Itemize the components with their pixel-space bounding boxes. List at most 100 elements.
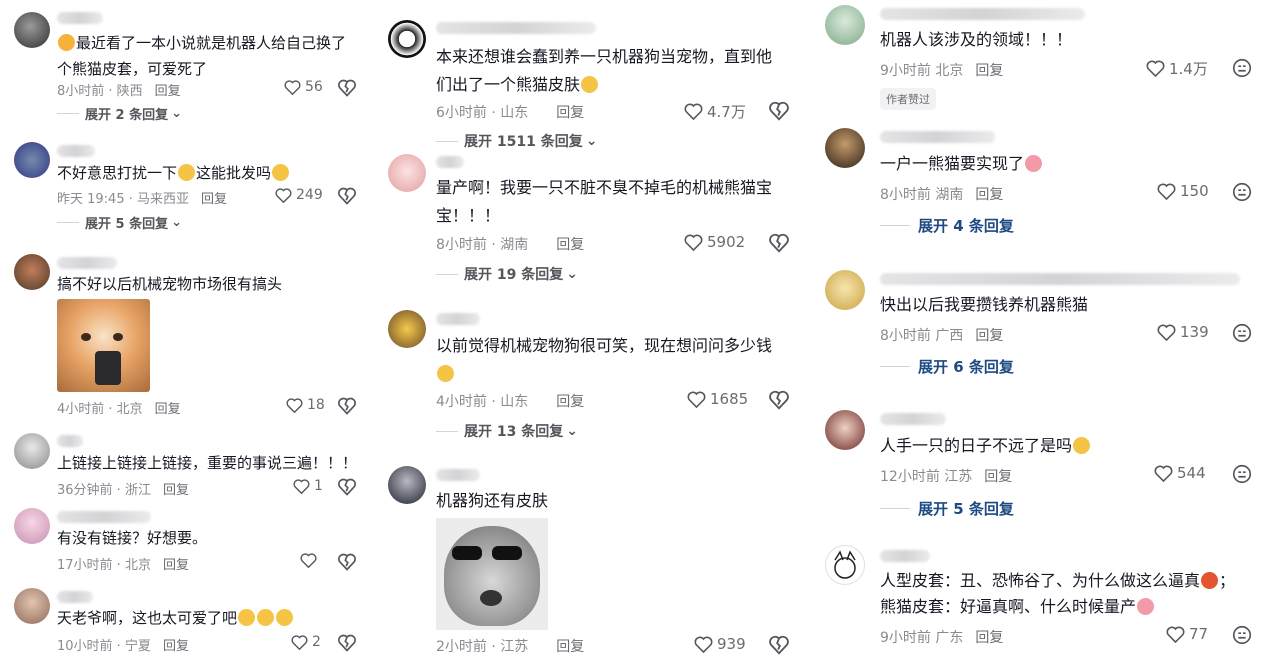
emoji-face-icon[interactable]	[1231, 322, 1253, 344]
avatar[interactable]	[388, 310, 426, 348]
reply-button[interactable]: 回复	[975, 63, 1003, 79]
username-blurred[interactable]	[57, 591, 93, 603]
comment-item: 一户一熊猫要实现了 8小时前 湖南 回复 150 展开 4 条回复	[808, 122, 1269, 247]
cat-sticker-image[interactable]	[57, 299, 150, 392]
like-button[interactable]: 18	[286, 397, 325, 413]
avatar[interactable]	[825, 545, 865, 585]
like-count: 56	[305, 79, 323, 95]
avatar[interactable]	[388, 20, 426, 58]
username-blurred[interactable]	[57, 12, 103, 24]
like-button[interactable]: 939	[694, 635, 746, 653]
like-button[interactable]: 4.7万	[684, 101, 746, 122]
broken-heart-icon[interactable]	[337, 396, 357, 416]
username-blurred[interactable]	[880, 413, 946, 425]
reply-button[interactable]: 回复	[556, 394, 584, 410]
like-button[interactable]: 1	[293, 478, 323, 494]
broken-heart-icon[interactable]	[337, 552, 357, 572]
emoji-face-icon[interactable]	[1231, 463, 1253, 485]
emoji-face-icon[interactable]	[1231, 57, 1253, 79]
chevron-down-icon: ⌄	[171, 215, 183, 230]
expand-replies-button[interactable]: 展开 4 条回复	[880, 215, 1014, 236]
broken-heart-icon[interactable]	[768, 634, 790, 656]
username-blurred[interactable]	[436, 22, 596, 34]
broken-heart-icon[interactable]	[337, 186, 357, 206]
like-button[interactable]: 139	[1157, 323, 1209, 341]
emoji-face-icon[interactable]	[1231, 624, 1253, 646]
like-button[interactable]: 1685	[687, 390, 748, 408]
expand-replies-button[interactable]: 展开 6 条回复	[880, 356, 1014, 377]
reply-button[interactable]: 回复	[163, 639, 189, 654]
broken-heart-icon[interactable]	[337, 477, 357, 497]
username-blurred[interactable]	[880, 273, 1240, 285]
avatar[interactable]	[14, 142, 50, 178]
like-button[interactable]: 249	[275, 187, 323, 203]
comment-meta: 17小时前 · 北京 回复	[57, 558, 189, 573]
expand-replies-button[interactable]: 展开 5 条回复 ⌄	[57, 213, 182, 232]
avatar[interactable]	[14, 254, 50, 290]
username-blurred[interactable]	[880, 131, 995, 143]
broken-heart-icon[interactable]	[337, 633, 357, 653]
avatar[interactable]	[825, 270, 865, 310]
reply-button[interactable]: 回复	[975, 187, 1003, 203]
username-blurred[interactable]	[436, 469, 480, 481]
reply-button[interactable]: 回复	[556, 639, 584, 655]
avatar[interactable]	[388, 466, 426, 504]
comment-text: 本来还想谁会蠢到养一只机器狗当宠物，直到他们出了一个熊猫皮肤	[436, 47, 773, 94]
broken-heart-icon[interactable]	[768, 389, 790, 411]
like-button[interactable]: 150	[1157, 182, 1209, 200]
reply-button[interactable]: 回复	[975, 328, 1003, 344]
avatar[interactable]	[14, 12, 50, 48]
like-button[interactable]: 544	[1154, 464, 1206, 482]
like-button[interactable]: 77	[1166, 625, 1208, 643]
heart-icon	[1154, 465, 1173, 482]
avatar[interactable]	[825, 5, 865, 45]
username-blurred[interactable]	[880, 550, 930, 562]
like-button[interactable]: 5902	[684, 233, 745, 251]
avatar[interactable]	[388, 154, 426, 192]
comment-meta: 9小时前 广东 回复	[880, 630, 1004, 646]
username-blurred[interactable]	[57, 511, 151, 523]
like-button[interactable]: 1.4万	[1146, 58, 1208, 79]
username-blurred[interactable]	[57, 257, 117, 269]
emoji-face-icon[interactable]	[1231, 181, 1253, 203]
reply-button[interactable]: 回复	[155, 84, 181, 99]
comment-meta: 8小时前 湖南 回复	[880, 187, 1004, 203]
reply-button[interactable]: 回复	[556, 105, 584, 121]
avatar[interactable]	[825, 410, 865, 450]
like-button[interactable]: 56	[284, 79, 323, 95]
username-blurred[interactable]	[57, 435, 83, 447]
reply-button[interactable]: 回复	[984, 469, 1012, 485]
expand-replies-button[interactable]: 展开 19 条回复 ⌄	[436, 264, 578, 284]
reply-button[interactable]: 回复	[155, 402, 181, 417]
comment-item: 快出以后我要攒钱养机器熊猫 8小时前 广西 回复 139 展开 6 条回复	[808, 262, 1269, 392]
like-count: 4.7万	[707, 103, 746, 121]
avatar[interactable]	[14, 588, 50, 624]
broken-heart-icon[interactable]	[768, 100, 790, 122]
avatar[interactable]	[14, 433, 50, 469]
meme-sticker-image[interactable]	[436, 518, 548, 630]
comment-item: 本来还想谁会蠢到养一只机器狗当宠物，直到他们出了一个熊猫皮肤 6小时前 · 山东…	[372, 0, 808, 150]
expand-replies-button[interactable]: 展开 1511 条回复 ⌄	[436, 131, 597, 151]
username-blurred[interactable]	[880, 8, 1085, 20]
chevron-down-icon: ⌄	[171, 106, 183, 121]
reply-button[interactable]: 回复	[163, 483, 189, 498]
expand-replies-button[interactable]: 展开 5 条回复	[880, 498, 1014, 519]
broken-heart-icon[interactable]	[337, 78, 357, 98]
heart-icon	[300, 553, 317, 568]
avatar[interactable]	[825, 128, 865, 168]
grin-sweat-emoji-icon	[437, 365, 454, 382]
like-button[interactable]	[300, 553, 321, 568]
reply-button[interactable]: 回复	[975, 630, 1003, 646]
reply-button[interactable]: 回复	[163, 558, 189, 573]
heart-icon	[1146, 60, 1165, 77]
username-blurred[interactable]	[436, 313, 480, 325]
username-blurred[interactable]	[436, 156, 464, 168]
broken-heart-icon[interactable]	[768, 232, 790, 254]
reply-button[interactable]: 回复	[201, 192, 227, 207]
avatar[interactable]	[14, 508, 50, 544]
expand-replies-button[interactable]: 展开 13 条回复 ⌄	[436, 421, 578, 441]
expand-replies-button[interactable]: 展开 2 条回复 ⌄	[57, 104, 182, 123]
username-blurred[interactable]	[57, 145, 95, 157]
reply-button[interactable]: 回复	[556, 237, 584, 253]
like-button[interactable]: 2	[291, 634, 321, 650]
